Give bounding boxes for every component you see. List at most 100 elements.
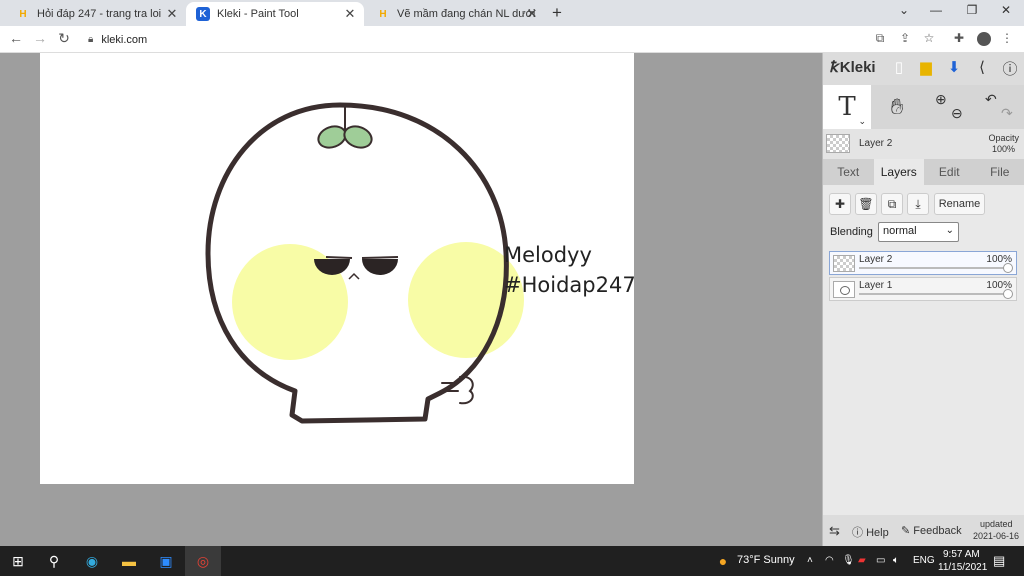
- blending-select[interactable]: normal ⌄: [878, 222, 959, 242]
- menu-icon[interactable]: ⋮: [999, 31, 1015, 45]
- panel-tabs: Text Layers Edit File: [823, 159, 1024, 185]
- language-indicator[interactable]: ENG: [913, 555, 935, 566]
- canvas-workspace[interactable]: Melodyy #Hoidap247: [0, 53, 822, 546]
- wifi-icon[interactable]: ◠: [825, 555, 834, 566]
- hand-icon: ✋︎: [890, 94, 904, 119]
- hoidap-favicon-icon: H: [19, 8, 27, 20]
- extensions-icon[interactable]: ✚: [951, 31, 967, 45]
- right-eyebrow: [361, 256, 399, 259]
- clock-time[interactable]: 9:57 AM: [943, 549, 980, 560]
- current-layer-name: Layer 2: [859, 138, 893, 149]
- address-bar: ← → ↻ 🔒︎ kleki.com ⧉ ⇪ ☆ ✚ ⋮: [0, 26, 1024, 53]
- feedback-icon: ✎: [901, 525, 911, 537]
- zoom-app-icon[interactable]: ▣: [156, 551, 176, 571]
- opacity-value: 100%: [991, 144, 1015, 154]
- volume-icon[interactable]: 🔈︎: [893, 555, 899, 566]
- rename-layer-button[interactable]: Rename: [934, 193, 985, 215]
- slider-knob[interactable]: [1003, 289, 1013, 299]
- zoom-in-icon[interactable]: ⊕: [935, 91, 947, 108]
- kleki-sidebar: ꝁ Kleki ▯ ▆ ⬇ ⟨ ⓘ T ⌄ ✋︎ ⊕ ⊖ ↶ ↷ Layer 2…: [822, 53, 1024, 546]
- open-folder-icon[interactable]: ▆: [916, 58, 936, 76]
- new-image-icon[interactable]: ▯: [889, 58, 909, 76]
- tab-edit[interactable]: Edit: [924, 159, 975, 185]
- weather-sun-icon[interactable]: ●: [713, 551, 733, 571]
- right-eye: [362, 259, 398, 275]
- windows-taskbar: ⊞ ⚲ ◉ ▬ ▣ ◎ ● 73°F Sunny ˄ ◠ 🎙︎ ▰ ▭ 🔈︎ E…: [0, 546, 1024, 576]
- close-tab-icon[interactable]: ✕: [164, 6, 180, 22]
- sprout-leaf-right: [343, 125, 373, 149]
- minimize-icon[interactable]: —: [926, 3, 946, 17]
- undo-icon[interactable]: ↶: [985, 91, 997, 108]
- delete-layer-button[interactable]: 🗑︎: [855, 193, 877, 215]
- zoom-buttons[interactable]: ⊕ ⊖: [925, 85, 973, 129]
- swap-side-icon[interactable]: ⇆: [829, 523, 840, 539]
- add-layer-button[interactable]: ✚: [829, 193, 851, 215]
- bookmark-star-icon[interactable]: ☆: [921, 31, 937, 45]
- feedback-link[interactable]: ✎ Feedback: [901, 524, 962, 537]
- zoom-out-icon[interactable]: ⊖: [951, 105, 963, 122]
- profile-avatar[interactable]: [977, 32, 991, 46]
- battery-icon[interactable]: ▭: [876, 555, 885, 566]
- url-field[interactable]: 🔒︎ kleki.com: [80, 29, 860, 50]
- trash-icon: 🗑︎: [858, 197, 874, 211]
- antivirus-icon[interactable]: ▰: [858, 555, 866, 566]
- layer-row[interactable]: Layer 2 100%: [829, 251, 1017, 275]
- weather-text[interactable]: 73°F Sunny: [737, 554, 795, 566]
- translate-icon[interactable]: ⧉: [872, 31, 888, 46]
- slider-knob[interactable]: [1003, 263, 1013, 273]
- layer-row[interactable]: Layer 1 100%: [829, 277, 1017, 301]
- search-icon[interactable]: ⚲: [44, 551, 64, 571]
- merge-layer-button[interactable]: ⤓: [907, 193, 929, 215]
- sidebar-footer: ⇆ ⓘ Help ✎ Feedback updated 2021-06-16: [823, 515, 1024, 546]
- edge-icon[interactable]: ◉: [82, 551, 102, 571]
- text-tool-button[interactable]: T ⌄: [823, 85, 871, 129]
- chrome-icon[interactable]: ◎: [193, 551, 213, 571]
- forward-icon[interactable]: →: [31, 30, 49, 46]
- layer-name: Layer 1: [859, 280, 893, 291]
- layer-name: Layer 2: [859, 254, 893, 265]
- window-close-icon[interactable]: ✕: [996, 3, 1016, 17]
- blending-label: Blending: [830, 226, 873, 238]
- layer-thumb: [833, 281, 855, 298]
- windows-start-icon[interactable]: ⊞: [8, 551, 28, 571]
- hand-tool-button[interactable]: ✋︎: [873, 85, 921, 129]
- duplicate-layer-button[interactable]: ⧉: [881, 193, 903, 215]
- clock-date[interactable]: 11/15/2021: [938, 562, 987, 573]
- layer-opacity-slider[interactable]: [859, 263, 1013, 273]
- share-icon[interactable]: ⇪: [897, 31, 913, 45]
- back-icon[interactable]: ←: [7, 30, 25, 46]
- plus-icon: ✚: [834, 197, 846, 211]
- tab-hoidap[interactable]: H Hỏi đáp 247 - trang tra loi ✕: [6, 2, 186, 26]
- tab-search-icon[interactable]: ⌄: [894, 3, 914, 17]
- redo-icon[interactable]: ↷: [1001, 105, 1013, 122]
- help-icon[interactable]: ⓘ: [1000, 58, 1020, 79]
- chevron-down-icon: ⌄: [858, 116, 866, 126]
- drawing-artwork: [205, 102, 524, 424]
- merge-down-icon: ⤓: [915, 196, 921, 211]
- updated-date: 2021-06-16: [973, 531, 1020, 541]
- help-link[interactable]: ⓘ Help: [852, 524, 889, 540]
- close-tab-icon[interactable]: ✕: [342, 6, 358, 22]
- tab-file[interactable]: File: [975, 159, 1024, 185]
- left-eyebrow: [325, 256, 353, 259]
- microphone-icon[interactable]: 🎙︎: [842, 555, 855, 566]
- close-tab-icon[interactable]: ✕: [524, 6, 540, 22]
- current-layer-thumb: [826, 134, 850, 153]
- tab-ve-mam[interactable]: H Vẽ mầm đang chán NL dưới bl c ✕: [366, 2, 546, 26]
- layer-opacity-slider[interactable]: [859, 289, 1013, 299]
- tab-layers[interactable]: Layers: [873, 159, 924, 185]
- kleki-logo-icon: ꝁ: [829, 59, 838, 76]
- tab-kleki[interactable]: K Kleki - Paint Tool ✕: [186, 2, 364, 26]
- duplicate-icon: ⧉: [887, 196, 897, 211]
- new-tab-button[interactable]: +: [552, 3, 562, 23]
- download-icon[interactable]: ⬇: [944, 58, 964, 76]
- restore-icon[interactable]: ❐: [962, 3, 982, 17]
- tab-text[interactable]: Text: [823, 159, 874, 185]
- share-icon[interactable]: ⟨: [972, 58, 992, 76]
- notifications-icon[interactable]: ▤: [993, 553, 1005, 569]
- file-explorer-icon[interactable]: ▬: [119, 551, 139, 571]
- tray-chevron-icon[interactable]: ˄: [807, 555, 813, 566]
- undo-redo-buttons[interactable]: ↶ ↷: [975, 85, 1023, 129]
- reload-icon[interactable]: ↻: [55, 30, 73, 47]
- drawing-canvas[interactable]: Melodyy #Hoidap247: [40, 53, 636, 484]
